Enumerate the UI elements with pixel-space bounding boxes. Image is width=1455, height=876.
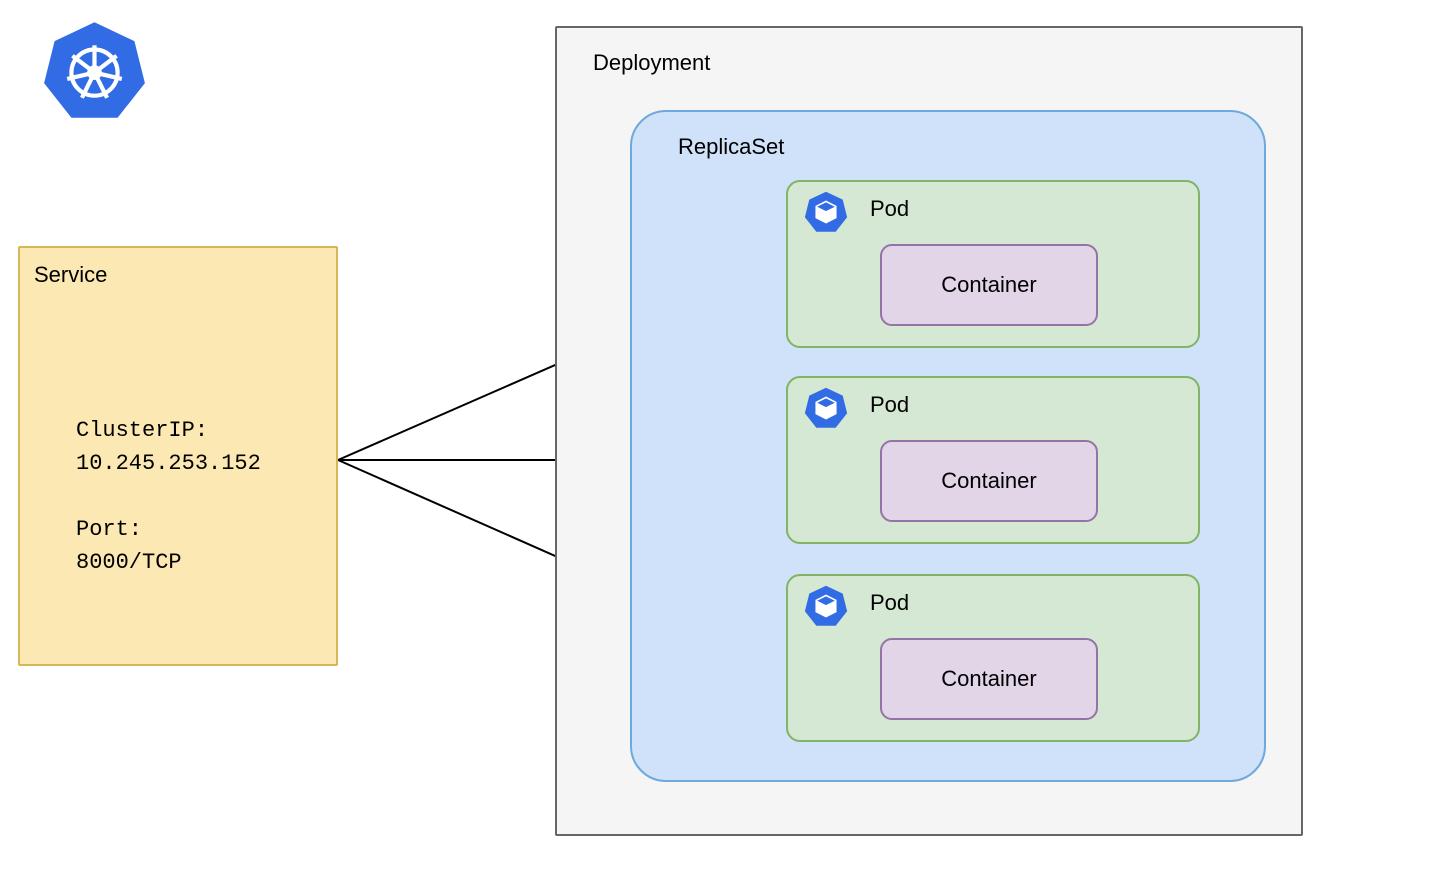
service-title: Service: [34, 262, 107, 288]
deployment-title: Deployment: [593, 50, 710, 76]
pod-title: Pod: [870, 590, 909, 616]
container-label: Container: [941, 272, 1036, 298]
pod-title: Pod: [870, 392, 909, 418]
kubernetes-logo-icon: [42, 18, 147, 123]
container-box: Container: [880, 244, 1098, 326]
pod-icon: [804, 386, 848, 430]
service-details: ClusterIP: 10.245.253.152 Port: 8000/TCP: [76, 414, 261, 579]
container-box: Container: [880, 440, 1098, 522]
replicaset-title: ReplicaSet: [678, 134, 784, 160]
pod-icon: [804, 190, 848, 234]
pod-box: Pod Container: [786, 376, 1200, 544]
pod-box: Pod Container: [786, 180, 1200, 348]
container-box: Container: [880, 638, 1098, 720]
container-label: Container: [941, 666, 1036, 692]
pod-box: Pod Container: [786, 574, 1200, 742]
container-label: Container: [941, 468, 1036, 494]
pod-icon: [804, 584, 848, 628]
pod-title: Pod: [870, 196, 909, 222]
service-box: Service ClusterIP: 10.245.253.152 Port: …: [18, 246, 338, 666]
